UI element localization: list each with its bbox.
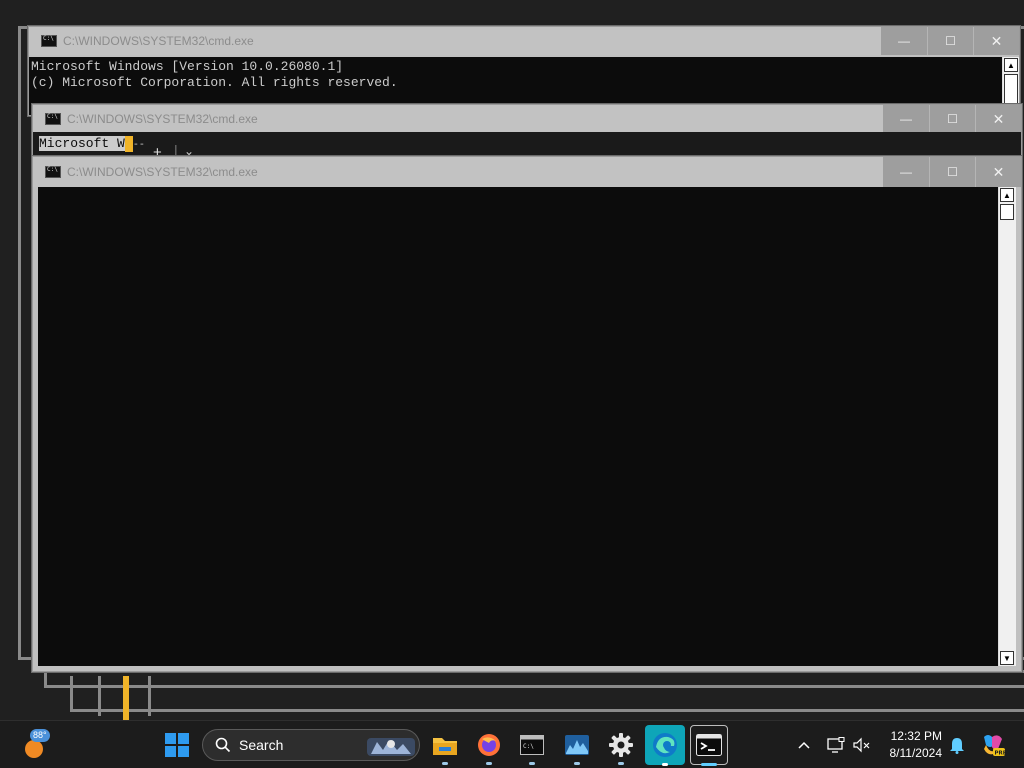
console-line: Microsoft Windows [Version 10.0.26080.1] [31, 59, 344, 74]
cmd-window-middle[interactable]: C:\WINDOWS\SYSTEM32\cmd.exe — ☐ ✕ Micros… [32, 104, 1022, 160]
cmd-icon [45, 166, 61, 178]
bell-icon [950, 738, 964, 754]
cmd-window-back[interactable]: C:\WINDOWS\SYSTEM32\cmd.exe — ☐ ✕ Micros… [28, 26, 1020, 116]
show-hidden-icons-button[interactable] [792, 721, 816, 768]
notifications-button[interactable] [946, 721, 968, 768]
taskbar: 88° Search C:\ 12:32 PM 8/11/2024 PRE [0, 720, 1024, 768]
title-bar[interactable]: C:\WINDOWS\SYSTEM32\cmd.exe — ☐ ✕ [33, 157, 1021, 187]
scroll-thumb[interactable] [1000, 204, 1014, 220]
running-indicator [574, 762, 580, 765]
chevron-up-icon [798, 741, 810, 749]
svg-text:C:\: C:\ [523, 743, 534, 750]
minimize-button[interactable]: — [881, 27, 927, 55]
running-indicator [529, 762, 535, 765]
start-button[interactable] [158, 721, 196, 768]
running-indicator [618, 762, 624, 765]
title-bar[interactable]: C:\WINDOWS\SYSTEM32\cmd.exe — ☐ ✕ [29, 27, 1019, 55]
window-ghost-outline [148, 676, 152, 716]
scroll-down-icon[interactable]: ▼ [1000, 651, 1014, 665]
vertical-scrollbar[interactable]: ▲ ▼ [998, 187, 1016, 666]
close-button[interactable]: ✕ [973, 27, 1019, 55]
search-highlight-icon [367, 738, 415, 756]
taskbar-app-file-explorer[interactable] [426, 721, 464, 768]
taskbar-app-firefox[interactable] [470, 721, 508, 768]
console-area[interactable]: ▲ ▼ [38, 187, 1016, 666]
cmd-icon: C:\ [520, 735, 544, 755]
svg-text:PRE: PRE [995, 751, 1007, 757]
console-output: Microsoft W -- [33, 132, 1021, 154]
text-cursor [124, 136, 133, 152]
cursor-trail [123, 676, 129, 720]
weather-widget[interactable]: 88° [14, 721, 58, 768]
maximize-button[interactable]: ☐ [929, 105, 975, 133]
clock-date: 8/11/2024 [889, 746, 943, 760]
cmd-window-front[interactable]: C:\WINDOWS\SYSTEM32\cmd.exe — ☐ ✕ ▲ ▼ [32, 156, 1022, 672]
search-label: Search [239, 737, 284, 753]
console-output: Microsoft Windows [Version 10.0.26080.1]… [29, 57, 1019, 91]
console-line: (c) Microsoft Corporation. All rights re… [31, 75, 398, 90]
taskbar-app-edge[interactable] [645, 721, 685, 768]
close-button[interactable]: ✕ [975, 105, 1021, 133]
running-indicator [662, 763, 668, 766]
system-clock[interactable]: 12:32 PM 8/11/2024 [878, 728, 943, 762]
edge-icon [653, 733, 677, 757]
scroll-up-icon[interactable]: ▲ [1004, 58, 1018, 72]
tray-volume-button[interactable] [850, 721, 874, 768]
search-box[interactable]: Search [202, 729, 420, 761]
running-indicator [486, 762, 492, 765]
windows-logo-icon [165, 733, 189, 757]
gear-icon [609, 733, 633, 757]
minimize-button[interactable]: — [883, 157, 929, 187]
window-ghost-outline [70, 676, 1024, 712]
search-icon [215, 737, 231, 753]
firefox-icon [478, 734, 500, 756]
cmd-icon [41, 35, 57, 47]
desktop: C:\WINDOWS\SYSTEM32\cmd.exe — ☐ ✕ Micros… [0, 0, 1024, 720]
window-title: C:\WINDOWS\SYSTEM32\cmd.exe [67, 165, 258, 179]
taskbar-app-task-manager[interactable] [558, 721, 596, 768]
window-title: C:\WINDOWS\SYSTEM32\cmd.exe [67, 112, 258, 126]
running-indicator [442, 762, 448, 765]
minimize-button[interactable]: — [883, 105, 929, 133]
cmd-icon [45, 113, 61, 125]
close-button[interactable]: ✕ [975, 157, 1021, 187]
performance-chart-icon [565, 735, 589, 755]
weather-temperature: 88° [30, 729, 50, 742]
tray-display-icon-button[interactable] [824, 721, 848, 768]
speaker-muted-icon [853, 737, 870, 753]
running-indicator [701, 763, 717, 766]
taskbar-app-terminal[interactable] [689, 721, 729, 768]
terminal-icon [696, 734, 722, 756]
copilot-button[interactable]: PRE [976, 721, 1010, 768]
window-ghost-outline [98, 676, 102, 716]
maximize-button[interactable]: ☐ [927, 27, 973, 55]
monitor-icon [827, 737, 845, 753]
selected-text[interactable]: Microsoft W [39, 136, 125, 151]
taskbar-app-settings[interactable] [602, 721, 640, 768]
folder-icon [433, 738, 457, 755]
console-area[interactable]: Microsoft W -- + | ⌄ [33, 132, 1021, 159]
title-bar[interactable]: C:\WINDOWS\SYSTEM32\cmd.exe — ☐ ✕ [33, 105, 1021, 133]
maximize-button[interactable]: ☐ [929, 157, 975, 187]
scroll-up-icon[interactable]: ▲ [1000, 188, 1014, 202]
copilot-icon: PRE [984, 735, 1007, 757]
clock-time: 12:32 PM [890, 729, 942, 743]
taskbar-app-command-prompt[interactable]: C:\ [513, 721, 551, 768]
stray-glyphs: -- [132, 140, 145, 151]
window-title: C:\WINDOWS\SYSTEM32\cmd.exe [63, 34, 254, 48]
